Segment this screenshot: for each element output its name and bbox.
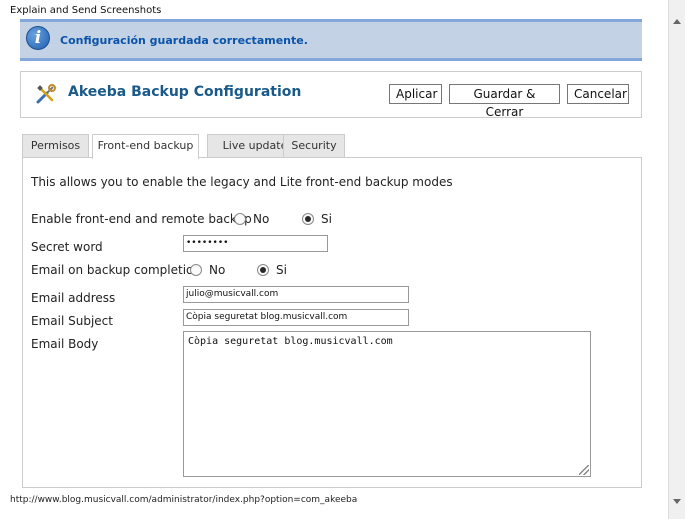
scroll-up-icon[interactable] [673,19,681,24]
panel-description: This allows you to enable the legacy and… [31,175,453,189]
tab-front-end-backup[interactable]: Front-end backup [92,134,199,159]
save-close-button[interactable]: Guardar & Cerrar [449,84,560,119]
frontend-backup-si-label[interactable]: Si [321,212,332,226]
resize-handle[interactable] [579,465,589,475]
tab-permisos[interactable]: Permisos [22,134,89,158]
tools-icon [36,84,56,104]
email-address-label: Email address [31,291,116,305]
email-address-field[interactable]: julio@musicvall.com [183,286,409,303]
secret-word-input[interactable]: •••••••• [183,235,328,252]
status-bar-url: http://www.blog.musicvall.com/administra… [10,495,358,505]
page-title: Akeeba Backup Configuration [68,84,302,100]
frontend-backup-no-radio[interactable] [234,213,246,225]
email-completion-label: Email on backup completion [31,263,202,277]
scroll-down-icon[interactable] [673,499,681,504]
cancel-button[interactable]: Cancelar [567,84,629,104]
message-text: Configuración guardada correctamente. [60,34,308,47]
secret-word-label: Secret word [31,240,103,254]
apply-button[interactable]: Aplicar [389,84,442,104]
email-completion-si-label[interactable]: Si [276,263,287,277]
info-icon: i [26,26,50,50]
window-title: Explain and Send Screenshots [10,5,162,16]
toolbar: Akeeba Backup Configuration Aplicar Guar… [20,71,642,119]
vertical-scrollbar[interactable] [668,0,685,519]
email-completion-no-radio[interactable] [190,264,202,276]
frontend-backup-si-radio[interactable] [302,213,314,225]
email-subject-label: Email Subject [31,314,113,328]
system-message: i Configuración guardada correctamente. [20,19,642,61]
front-end-backup-panel: This allows you to enable the legacy and… [22,157,642,488]
email-subject-field[interactable]: Còpia seguretat blog.musicvall.com [183,309,409,326]
email-completion-no-label[interactable]: No [209,263,225,277]
email-completion-si-radio[interactable] [257,264,269,276]
frontend-backup-no-label[interactable]: No [253,212,269,226]
tab-security[interactable]: Security [283,134,345,158]
email-body-textarea[interactable]: Còpia seguretat blog.musicvall.com [183,331,591,477]
email-body-label: Email Body [31,337,99,351]
frontend-backup-label: Enable front-end and remote backup [31,212,252,226]
